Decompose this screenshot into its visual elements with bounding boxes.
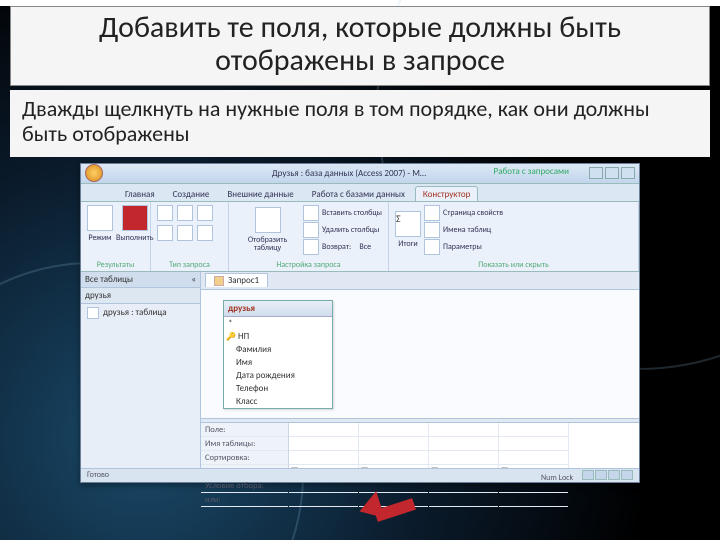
tab-external[interactable]: Внешние данные xyxy=(219,186,301,201)
row-sort: Сортировка: xyxy=(201,451,288,465)
grid-col[interactable] xyxy=(499,423,569,468)
group-querytype-label: Тип запроса xyxy=(157,260,222,270)
grid-columns xyxy=(289,423,639,468)
table-header: друзья xyxy=(224,301,332,317)
doc-tab-label: Запрос1 xyxy=(228,275,259,286)
nav-header-label: Все таблицы xyxy=(85,274,133,285)
field-class[interactable]: Класс xyxy=(224,395,332,408)
doc-tab-query[interactable]: Запрос1 xyxy=(205,273,268,287)
status-lock: Num Lock xyxy=(541,473,573,483)
status-text: Готово xyxy=(87,470,109,481)
view-label: Режим xyxy=(88,234,111,242)
qt-icon[interactable] xyxy=(177,225,193,241)
body-area: Все таблицы« друзья друзья : таблица Зап… xyxy=(81,272,639,468)
showtable-label: Отобразить таблицу xyxy=(235,236,300,252)
run-label: Выполнить xyxy=(116,234,153,242)
field-np[interactable]: НП xyxy=(224,330,332,343)
ins-col-icon[interactable] xyxy=(303,205,319,221)
group-setup-label: Настройка запроса xyxy=(235,260,382,270)
view-btn[interactable] xyxy=(621,470,633,480)
ribbon-group-showhide: Σ Итоги Страница свойств Имена таблиц Па… xyxy=(389,202,639,271)
nav-item-label: друзья : таблица xyxy=(103,307,167,318)
return-icon[interactable] xyxy=(303,239,319,255)
query-designer[interactable]: друзья * НП Фамилия Имя Дата рождения Те… xyxy=(201,290,639,468)
navigation-pane[interactable]: Все таблицы« друзья друзья : таблица xyxy=(81,272,201,468)
ribbon: Режим Выполнить Результаты Тип запроса xyxy=(81,202,639,272)
qt-icon[interactable] xyxy=(157,225,173,241)
tablenames-icon[interactable] xyxy=(424,222,440,238)
field-name[interactable]: Имя xyxy=(224,356,332,369)
view-btn[interactable] xyxy=(582,470,594,480)
grid-row-labels: Поле: Имя таблицы: Сортировка: Вывод на … xyxy=(201,423,289,468)
slide-title-text: Добавить те поля, которые должны быть от… xyxy=(21,11,699,77)
minimize-button[interactable] xyxy=(589,167,603,179)
group-results-label: Результаты xyxy=(87,260,144,270)
grid-col[interactable] xyxy=(359,423,429,468)
propsheet-label: Страница свойств xyxy=(443,208,503,218)
query-icon xyxy=(214,276,224,286)
grid-col[interactable] xyxy=(289,423,359,468)
table-field-list[interactable]: друзья * НП Фамилия Имя Дата рождения Те… xyxy=(223,300,333,409)
nav-group[interactable]: друзья xyxy=(81,288,200,304)
ribbon-group-setup: Отобразить таблицу Вставить столбцы Удал… xyxy=(229,202,389,271)
tab-create[interactable]: Создание xyxy=(165,186,218,201)
tab-home[interactable]: Главная xyxy=(117,186,163,201)
tablenames-label: Имена таблиц xyxy=(443,225,491,235)
ins-col-label: Вставить столбцы xyxy=(322,208,382,218)
row-or: или: xyxy=(201,493,288,507)
nav-header[interactable]: Все таблицы« xyxy=(81,272,200,288)
tab-design[interactable]: Конструктор xyxy=(415,186,478,201)
pointer-arrow xyxy=(361,496,415,522)
row-field: Поле: xyxy=(201,423,288,437)
qt-icon[interactable] xyxy=(197,225,213,241)
run-icon[interactable] xyxy=(122,205,148,231)
field-phone[interactable]: Телефон xyxy=(224,382,332,395)
window-buttons xyxy=(589,167,635,179)
slide-subtitle-text: Дважды щелкнуть на нужные поля в том пор… xyxy=(22,95,650,147)
table-icon xyxy=(87,307,99,319)
group-showhide-label: Показать или скрыть xyxy=(395,260,632,270)
grid-col[interactable] xyxy=(429,423,499,468)
tab-dbtools[interactable]: Работа с базами данных xyxy=(304,186,413,201)
showtable-icon[interactable] xyxy=(255,207,281,233)
params-icon[interactable] xyxy=(424,239,440,255)
slide-title: Добавить те поля, которые должны быть от… xyxy=(10,6,710,86)
qt-icon[interactable] xyxy=(157,205,173,221)
nav-item-table[interactable]: друзья : таблица xyxy=(81,304,200,322)
qt-icon[interactable] xyxy=(177,205,193,221)
return-value: Все xyxy=(359,242,371,252)
view-btn[interactable] xyxy=(608,470,620,480)
titlebar: Друзья : база данных (Access 2007) - M… … xyxy=(81,164,639,184)
totals-label: Итоги xyxy=(398,240,417,248)
return-label: Возврат: xyxy=(322,242,351,252)
del-col-icon[interactable] xyxy=(303,222,319,238)
qt-icon[interactable] xyxy=(197,205,213,221)
context-tab-title: Работа с запросами xyxy=(494,166,569,177)
del-col-label: Удалить столбцы xyxy=(322,225,379,235)
field-star[interactable]: * xyxy=(224,317,332,330)
document-area: Запрос1 друзья * НП Фамилия Имя Дата рож… xyxy=(201,272,639,468)
office-button[interactable] xyxy=(85,164,103,182)
row-table: Имя таблицы: xyxy=(201,437,288,451)
doc-tabs: Запрос1 xyxy=(201,272,639,290)
view-icon[interactable] xyxy=(87,205,113,231)
propsheet-icon[interactable] xyxy=(424,205,440,221)
view-btn[interactable] xyxy=(595,470,607,480)
field-surname[interactable]: Фамилия xyxy=(224,343,332,356)
params-label: Параметры xyxy=(443,242,482,252)
field-birth[interactable]: Дата рождения xyxy=(224,369,332,382)
ribbon-tabs: Главная Создание Внешние данные Работа с… xyxy=(81,184,639,202)
ribbon-group-querytype: Тип запроса xyxy=(151,202,229,271)
qbe-grid[interactable]: Поле: Имя таблицы: Сортировка: Вывод на … xyxy=(201,423,639,468)
totals-icon[interactable]: Σ xyxy=(395,211,421,237)
close-button[interactable] xyxy=(621,167,635,179)
access-window: Друзья : база данных (Access 2007) - M… … xyxy=(80,163,640,483)
ribbon-group-results: Режим Выполнить Результаты xyxy=(81,202,151,271)
slide-subtitle: Дважды щелкнуть на нужные поля в том пор… xyxy=(10,90,710,157)
view-switcher: Num Lock xyxy=(540,470,633,481)
status-bar: Готово Num Lock xyxy=(81,468,639,482)
maximize-button[interactable] xyxy=(605,167,619,179)
